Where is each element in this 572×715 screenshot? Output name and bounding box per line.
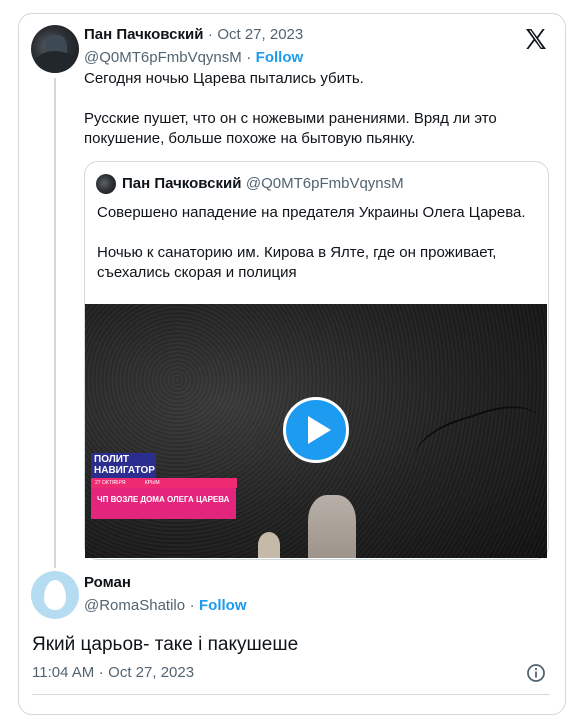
reply-follow-button[interactable]: Follow	[199, 597, 247, 614]
tweet-text: Сегодня ночью Царева пытались убить. Рус…	[84, 69, 544, 149]
play-icon	[308, 416, 331, 444]
author-name[interactable]: Пан Пачковский	[84, 26, 203, 43]
tweet-text-line: Сегодня ночью Царева пытались убить.	[84, 70, 364, 87]
reply-follow-separator: ·	[189, 597, 195, 614]
quoted-text-line: Ночью к санаторию им. Кирова в Ялте, где…	[97, 244, 497, 261]
author-handle[interactable]: @Q0MT6pFmbVqynsM	[84, 49, 242, 66]
tweet-text-line: покушение, больше похоже на бытовую пьян…	[84, 130, 416, 147]
brand-line1: ПОЛИТ	[94, 454, 130, 465]
thread-connector-line	[54, 78, 56, 568]
quoted-header: Пан Пачковский @Q0MT6pFmbVqynsM	[122, 175, 404, 193]
overlay-place: КРЫМ	[144, 480, 160, 486]
brand-line2: НАВИГАТОР	[94, 465, 155, 476]
x-logo-icon[interactable]	[524, 27, 548, 51]
video-overlay-strip: 27 ОКТЯБРЯ КРЫМ	[91, 478, 237, 488]
reply-time[interactable]: 11:04 AM	[32, 664, 94, 681]
follow-button[interactable]: Follow	[256, 49, 304, 66]
follow-separator: ·	[246, 49, 252, 66]
video-figure	[308, 495, 356, 558]
quoted-author-avatar[interactable]	[96, 174, 116, 194]
info-icon[interactable]	[526, 663, 546, 683]
quoted-text-line: Совершено нападение на предателя Украины…	[97, 204, 526, 221]
reply-header-line2: @RomaShatilo · Follow	[84, 597, 247, 615]
reply-author-avatar[interactable]	[31, 571, 79, 619]
author-avatar[interactable]	[31, 25, 79, 73]
reply-author-handle[interactable]: @RomaShatilo	[84, 597, 185, 614]
reply-author-name[interactable]: Роман	[84, 574, 131, 591]
reply-timestamp: 11:04 AM · Oct 27, 2023	[32, 664, 194, 682]
video-overlay-brand: ПОЛИТ НАВИГАТОР	[91, 453, 156, 478]
reply-text: Який царьов- таке і пакушеше	[32, 634, 299, 655]
date-separator: ·	[207, 26, 213, 43]
reply-header-line1: Роман	[84, 574, 131, 592]
tweet-date[interactable]: Oct 27, 2023	[217, 26, 303, 43]
tweet-header-line2: @Q0MT6pFmbVqynsM · Follow	[84, 49, 303, 67]
reply-date-separator: ·	[98, 664, 104, 681]
tweet-text-line: Русские пушет, что он с ножевыми ранения…	[84, 110, 497, 127]
quoted-text: Совершено нападение на предателя Украины…	[97, 203, 542, 283]
quoted-text-line: съехались скорая и полиция	[97, 264, 297, 281]
overlay-date: 27 ОКТЯБРЯ	[95, 480, 126, 486]
divider	[32, 694, 550, 695]
reply-date[interactable]: Oct 27, 2023	[108, 664, 194, 681]
play-button[interactable]	[283, 397, 349, 463]
video-overlay-headline: ЧП ВОЗЛЕ ДОМА ОЛЕГА ЦАРЕВА	[91, 488, 236, 519]
quoted-author-handle[interactable]: @Q0MT6pFmbVqynsM	[246, 175, 404, 192]
video-figure-shoe	[258, 532, 280, 558]
quoted-author-name[interactable]: Пан Пачковский	[122, 175, 241, 192]
tweet-header-line1: Пан Пачковский · Oct 27, 2023	[84, 26, 303, 44]
